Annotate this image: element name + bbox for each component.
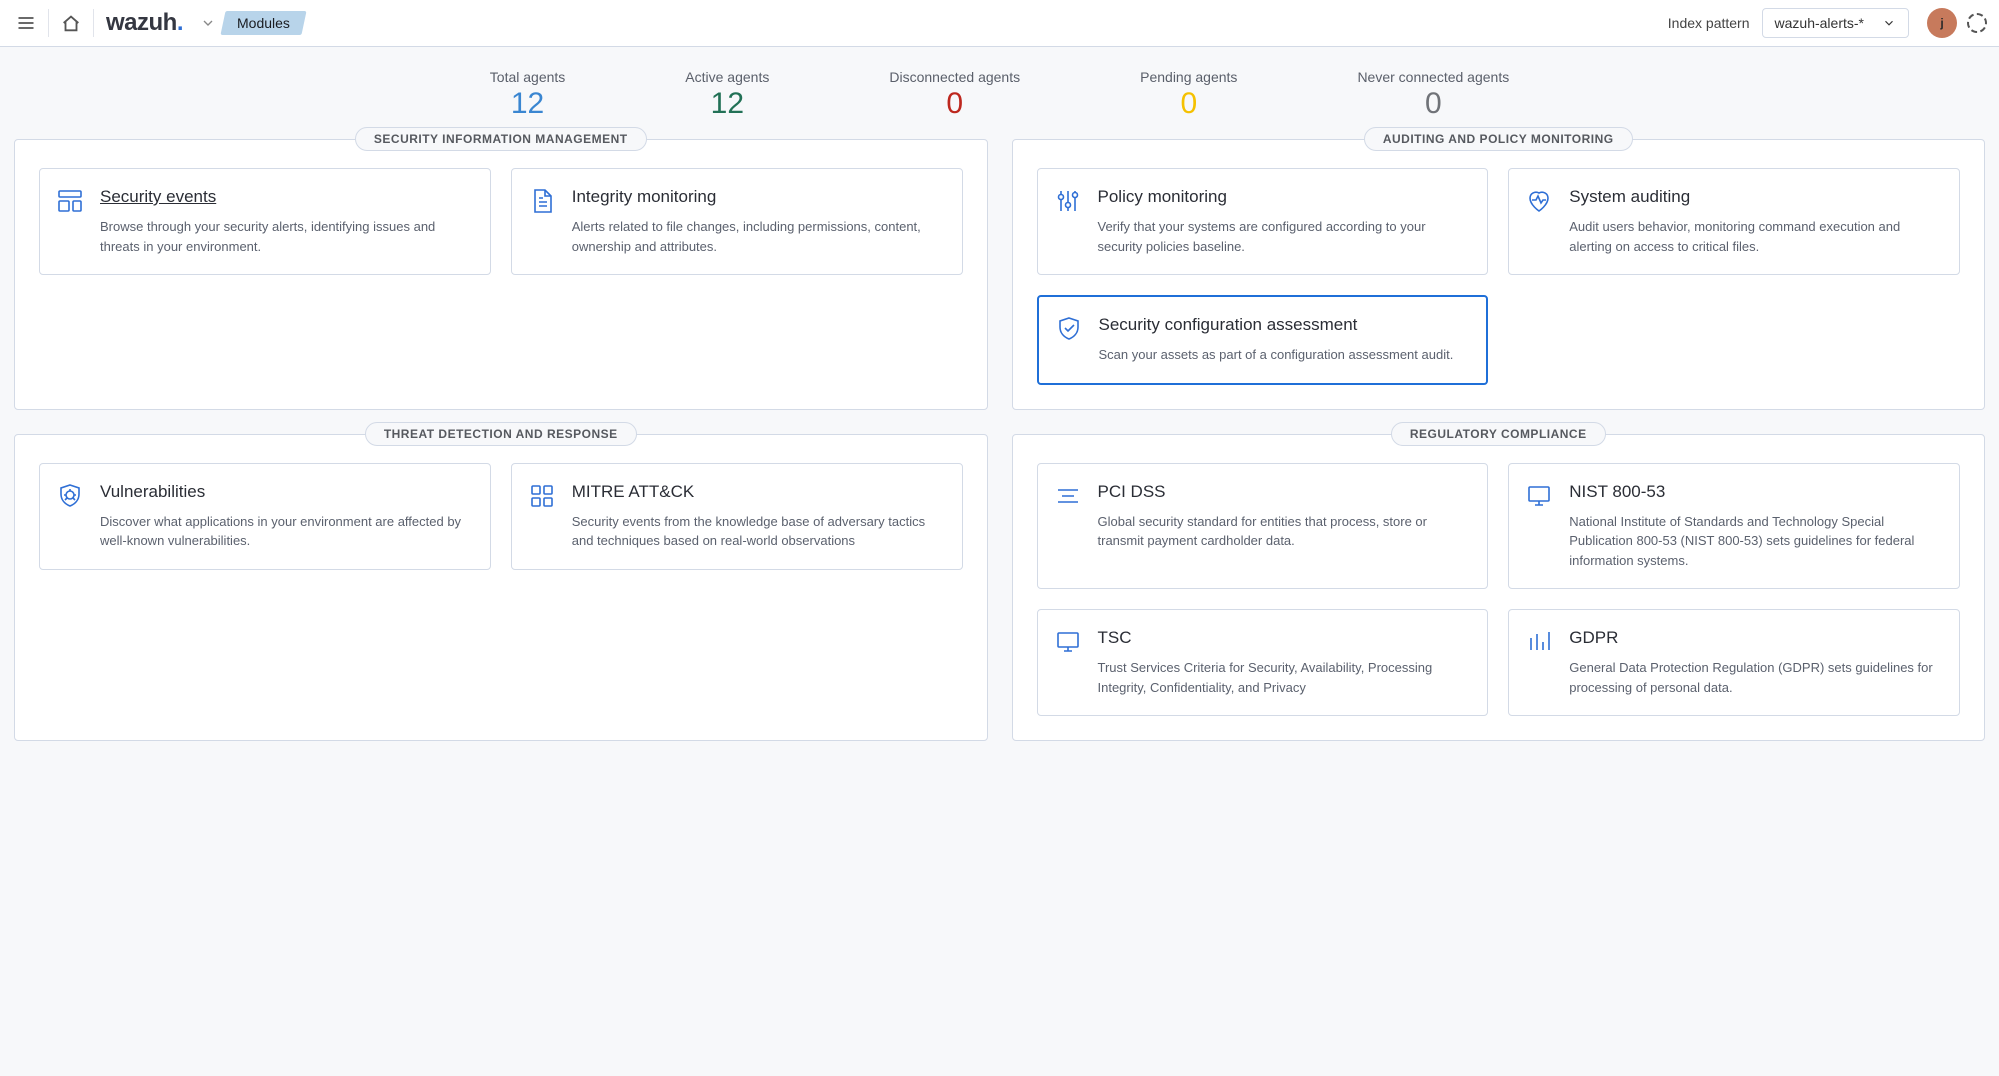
stat-value: 0 xyxy=(1357,87,1509,121)
module-card-title: TSC xyxy=(1098,628,1472,648)
index-pattern-select[interactable]: wazuh-alerts-* xyxy=(1762,8,1909,38)
module-card-security-events[interactable]: Security events Browse through your secur… xyxy=(39,168,491,275)
module-card-desc: Trust Services Criteria for Security, Av… xyxy=(1098,658,1472,697)
breadcrumb-current[interactable]: Modules xyxy=(220,11,306,35)
screen-icon xyxy=(1525,480,1553,571)
home-button[interactable] xyxy=(53,5,89,41)
module-card-title: Security configuration assessment xyxy=(1099,315,1471,335)
module-card-desc: National Institute of Standards and Tech… xyxy=(1569,512,1943,571)
grid-icon xyxy=(528,480,556,551)
stat-total-agents[interactable]: Total agents 12 xyxy=(490,69,566,121)
stat-label: Disconnected agents xyxy=(889,69,1020,85)
module-card-title: MITRE ATT&CK xyxy=(572,482,946,502)
agent-stats-row: Total agents 12 Active agents 12 Disconnecte… xyxy=(0,47,1999,139)
breadcrumb-label: Modules xyxy=(237,15,290,31)
panel-title: SECURITY INFORMATION MANAGEMENT xyxy=(355,127,647,151)
module-card-title: GDPR xyxy=(1569,628,1943,648)
module-card-tsc[interactable]: TSC Trust Services Criteria for Security,… xyxy=(1037,609,1489,716)
module-card-title: Security events xyxy=(100,187,474,207)
index-pattern-label: Index pattern xyxy=(1668,15,1750,31)
breadcrumb-chevron xyxy=(193,15,223,31)
index-pattern-value: wazuh-alerts-* xyxy=(1775,15,1864,31)
stat-label: Pending agents xyxy=(1140,69,1237,85)
avatar-initial: j xyxy=(1940,16,1943,30)
stat-active-agents[interactable]: Active agents 12 xyxy=(685,69,769,121)
module-card-title: Vulnerabilities xyxy=(100,482,474,502)
stat-never-connected-agents[interactable]: Never connected agents 0 xyxy=(1357,69,1509,121)
panel-regulatory-compliance: REGULATORY COMPLIANCE PCI DSSGlobal secu… xyxy=(1012,434,1986,742)
brand-dot: . xyxy=(177,9,183,37)
heartbeat-icon xyxy=(1525,185,1553,256)
stat-pending-agents[interactable]: Pending agents 0 xyxy=(1140,69,1237,121)
module-card-nist-800-53[interactable]: NIST 800-53 National Institute of Standar… xyxy=(1508,463,1960,590)
lines-icon xyxy=(1054,480,1082,571)
dashboard-icon xyxy=(56,185,84,256)
stat-label: Total agents xyxy=(490,69,566,85)
app-header: wazuh. Modules Index pattern wazuh-alert… xyxy=(0,0,1999,47)
screen-icon xyxy=(1054,626,1082,697)
module-card-desc: Alerts related to file changes, includin… xyxy=(572,217,946,256)
module-card-desc: Audit users behavior, monitoring command… xyxy=(1569,217,1943,256)
nav-toggle-button[interactable] xyxy=(8,5,44,41)
brand-logo[interactable]: wazuh. xyxy=(98,9,193,37)
brand-name: wazuh xyxy=(106,9,177,37)
chevron-down-icon xyxy=(1882,16,1896,30)
file-icon xyxy=(528,185,556,256)
module-card-system-auditing[interactable]: System auditing Audit users behavior, mon… xyxy=(1508,168,1960,275)
module-card-desc: Global security standard for entities th… xyxy=(1098,512,1472,551)
stat-value: 12 xyxy=(685,87,769,121)
module-card-pci-dss[interactable]: PCI DSS Global security standard for enti… xyxy=(1037,463,1489,590)
module-card-integrity-monitoring[interactable]: Integrity monitoring Alerts related to fi… xyxy=(511,168,963,275)
module-card-title: PCI DSS xyxy=(1098,482,1472,502)
module-card-title: Policy monitoring xyxy=(1098,187,1472,207)
news-feed-button[interactable] xyxy=(1967,13,1987,33)
module-card-security-configuration-assessment[interactable]: Security configuration assessment Scan yo… xyxy=(1037,295,1489,385)
sliders-icon xyxy=(1054,185,1082,256)
module-card-title: System auditing xyxy=(1569,187,1943,207)
stat-disconnected-agents[interactable]: Disconnected agents 0 xyxy=(889,69,1020,121)
user-avatar[interactable]: j xyxy=(1927,8,1957,38)
stat-value: 12 xyxy=(490,87,566,121)
module-card-desc: Browse through your security alerts, ide… xyxy=(100,217,474,256)
stat-label: Active agents xyxy=(685,69,769,85)
chevron-down-icon xyxy=(200,15,216,31)
module-card-desc: Security events from the knowledge base … xyxy=(572,512,946,551)
bars-icon xyxy=(1525,626,1553,697)
panel-auditing-policy: AUDITING AND POLICY MONITORING Policy mo… xyxy=(1012,139,1986,410)
menu-icon xyxy=(16,13,36,33)
panel-title: THREAT DETECTION AND RESPONSE xyxy=(365,422,637,446)
panel-threat-detection: THREAT DETECTION AND RESPONSE Vulnerabil… xyxy=(14,434,988,742)
module-card-title: NIST 800-53 xyxy=(1569,482,1943,502)
module-card-policy-monitoring[interactable]: Policy monitoring Verify that your system… xyxy=(1037,168,1489,275)
module-card-desc: Scan your assets as part of a configurat… xyxy=(1099,345,1471,365)
modules-grid: SECURITY INFORMATION MANAGEMENT Security… xyxy=(0,139,1999,771)
module-card-mitre-att-ck[interactable]: MITRE ATT&CK Security events from the kno… xyxy=(511,463,963,570)
module-card-desc: Discover what applications in your envir… xyxy=(100,512,474,551)
module-card-desc: Verify that your systems are configured … xyxy=(1098,217,1472,256)
module-card-vulnerabilities[interactable]: Vulnerabilities Discover what application… xyxy=(39,463,491,570)
home-icon xyxy=(60,12,82,34)
shieldbug-icon xyxy=(56,480,84,551)
stat-label: Never connected agents xyxy=(1357,69,1509,85)
stat-value: 0 xyxy=(1140,87,1237,121)
shieldcheck-icon xyxy=(1055,313,1083,365)
divider xyxy=(48,9,49,37)
module-card-desc: General Data Protection Regulation (GDPR… xyxy=(1569,658,1943,697)
divider xyxy=(93,9,94,37)
stat-value: 0 xyxy=(889,87,1020,121)
panel-title: REGULATORY COMPLIANCE xyxy=(1391,422,1606,446)
module-card-title: Integrity monitoring xyxy=(572,187,946,207)
panel-title: AUDITING AND POLICY MONITORING xyxy=(1364,127,1633,151)
module-card-gdpr[interactable]: GDPR General Data Protection Regulation (… xyxy=(1508,609,1960,716)
panel-security-info-mgmt: SECURITY INFORMATION MANAGEMENT Security… xyxy=(14,139,988,410)
